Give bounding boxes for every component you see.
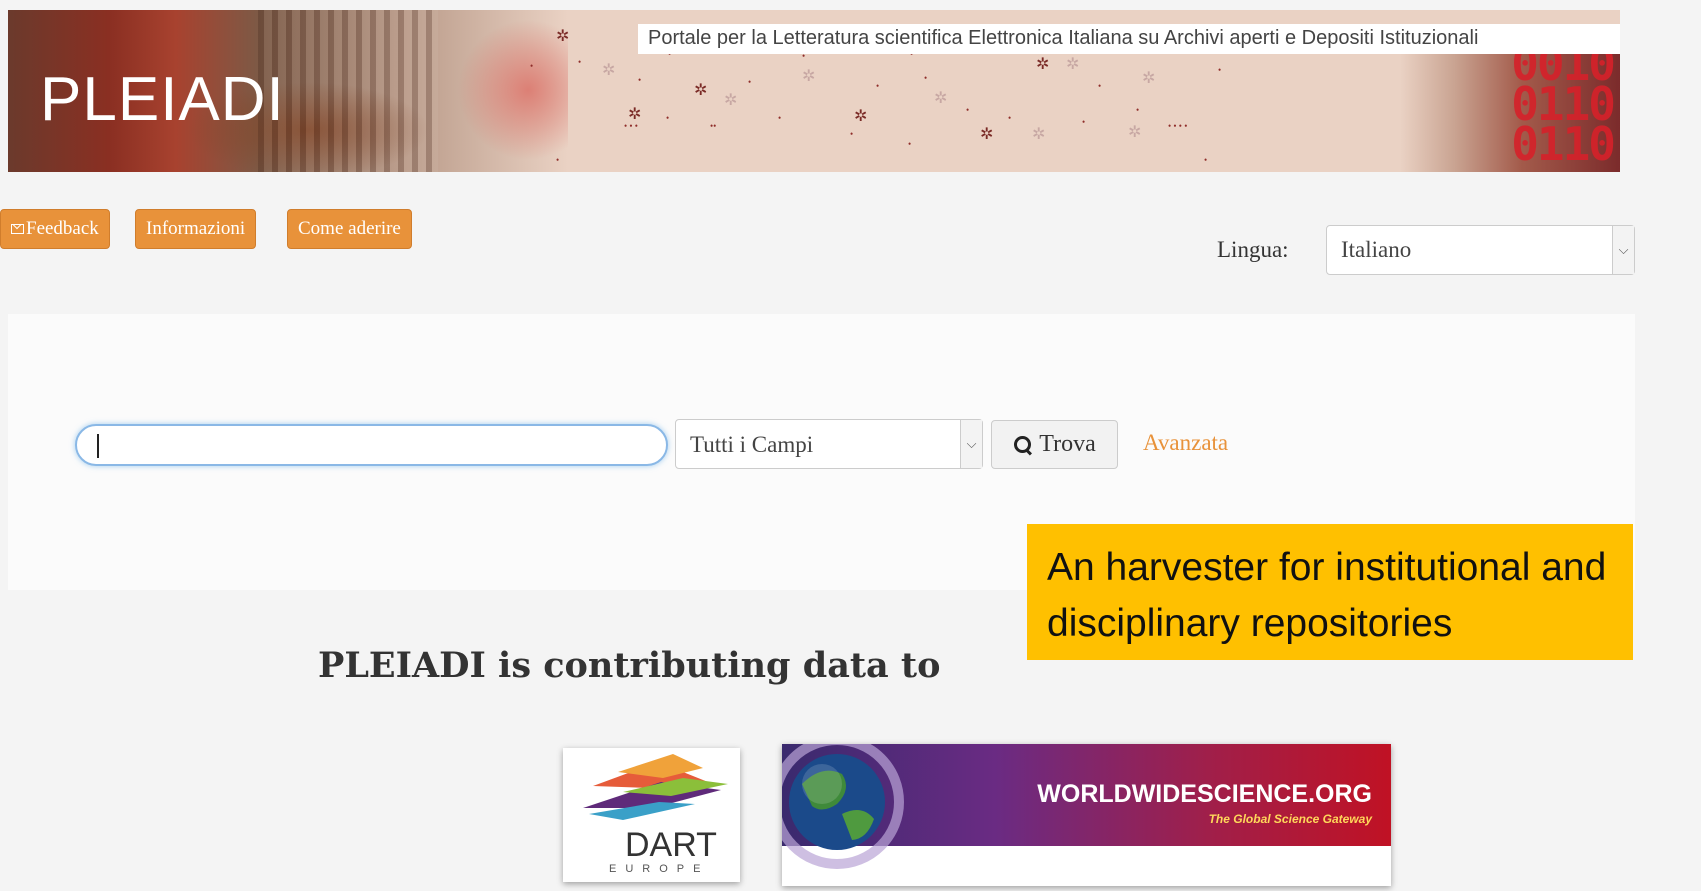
binary-digits-decoration: 0010 0110 0110 <box>1511 37 1616 171</box>
contributing-heading: PLEIADI is contributing data to <box>318 645 941 686</box>
dart-sub-text: EUROPE <box>609 863 709 875</box>
chevron-down-icon: ⌵ <box>960 420 982 468</box>
header-banner: 0010 0110 0110 ✲ • • ✲ • ✲ ✲ • ✲ • • • • ✲… <box>8 10 1620 172</box>
worldwidescience-title: WORLDWIDESCIENCE.ORG <box>1037 780 1372 808</box>
language-selected-value: Italiano <box>1341 237 1412 262</box>
chevron-down-icon: ⌵ <box>1612 226 1634 274</box>
feedback-label: Feedback <box>26 218 99 239</box>
text-caret <box>97 434 99 458</box>
search-icon <box>1013 435 1033 455</box>
come-aderire-button[interactable]: Come aderire <box>287 209 412 249</box>
advanced-search-link[interactable]: Avanzata <box>1143 430 1228 456</box>
informazioni-label: Informazioni <box>146 218 246 239</box>
dart-name-text: DART <box>625 826 717 864</box>
language-label: Lingua: <box>1217 237 1289 262</box>
search-field-selected-value: Tutti i Campi <box>690 432 814 457</box>
site-logo[interactable]: PLEIADI <box>40 64 285 135</box>
worldwidescience-logo[interactable]: WORLDWIDESCIENCE.ORG The Global Science … <box>782 744 1391 886</box>
informazioni-button[interactable]: Informazioni <box>135 209 257 249</box>
dart-europe-logo-graphic: DART EUROPE <box>583 754 728 875</box>
worldwidescience-tagline: The Global Science Gateway <box>1208 812 1372 826</box>
feedback-button[interactable]: Feedback <box>0 209 110 249</box>
search-button[interactable]: Trova <box>991 420 1118 469</box>
search-input[interactable] <box>75 424 668 466</box>
envelope-icon <box>11 224 24 234</box>
dart-europe-logo[interactable]: DART EUROPE <box>563 748 740 882</box>
callout-annotation: An harvester for institutional and disci… <box>1027 524 1633 660</box>
search-button-label: Trova <box>1039 431 1096 457</box>
search-field-select[interactable]: Tutti i Campi ⌵ <box>675 419 983 469</box>
come-aderire-label: Come aderire <box>298 218 401 239</box>
language-select[interactable]: Italiano ⌵ <box>1326 225 1635 275</box>
site-subtitle: Portale per la Letteratura scientifica E… <box>638 24 1620 54</box>
